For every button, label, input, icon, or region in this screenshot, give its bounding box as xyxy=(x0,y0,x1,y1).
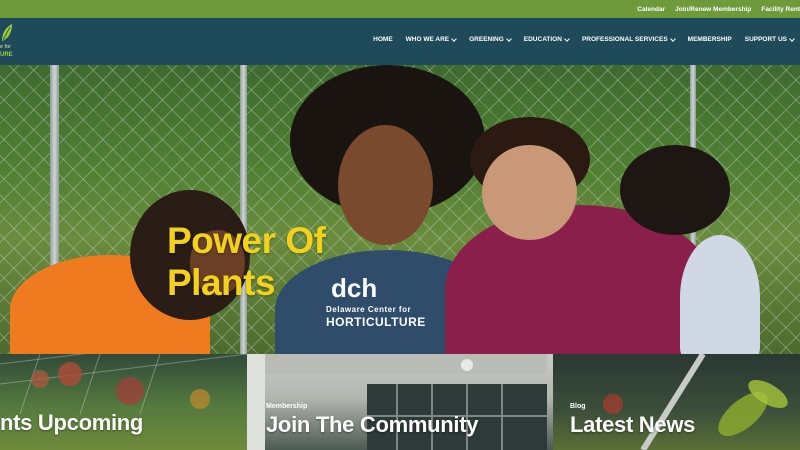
nav-item-label: SUPPORT US xyxy=(744,36,787,43)
feature-cards: nts Upcoming Membership Join The Communi… xyxy=(0,354,800,450)
chevron-down-icon xyxy=(451,35,457,42)
hero-title-line1: Power Of xyxy=(167,220,326,261)
nav-item-label: PROFESSIONAL SERVICES xyxy=(581,36,668,43)
logo-text-line1: e for xyxy=(0,44,12,50)
chevron-down-icon xyxy=(669,35,676,42)
card-blog[interactable]: Blog Latest News xyxy=(553,354,800,450)
logo-text-line2: URE xyxy=(0,52,13,58)
chevron-down-icon xyxy=(505,35,512,42)
nav-item-label: HOME xyxy=(373,36,393,43)
nav-item-education[interactable]: EDUCATION xyxy=(523,35,570,43)
card-category: Membership xyxy=(266,403,308,410)
card-events[interactable]: nts Upcoming xyxy=(0,354,247,450)
chevron-down-icon xyxy=(789,35,795,42)
nav-item-who-we-are[interactable]: WHO WE ARE xyxy=(405,35,457,43)
chevron-down-icon xyxy=(564,35,570,42)
calendar-link[interactable]: Calendar xyxy=(637,6,665,13)
join-renew-membership-link[interactable]: Join/Renew Membership xyxy=(675,6,751,13)
nav-item-greening[interactable]: GREENING xyxy=(469,35,512,43)
card-title: nts Upcoming xyxy=(0,410,144,435)
top-utility-bar: Calendar Join/Renew Membership Facility … xyxy=(0,0,800,18)
main-menu: HOME WHO WE ARE GREENING EDUCATION PROFE… xyxy=(373,35,800,43)
card-membership[interactable]: Membership Join The Community xyxy=(247,354,553,450)
nav-item-support-us[interactable]: SUPPORT US xyxy=(744,35,795,43)
person-light-shirt xyxy=(680,235,760,354)
shirt-text-line1: Delaware Center for xyxy=(326,305,412,314)
leaf-logo-icon xyxy=(2,24,12,41)
shirt-text-line2: HORTICULTURE xyxy=(326,315,426,329)
utility-links: Calendar Join/Renew Membership Facility … xyxy=(637,0,800,18)
nav-item-professional-services[interactable]: PROFESSIONAL SERVICES xyxy=(581,35,676,43)
main-navbar: e for URE HOME WHO WE ARE GREENING EDUCA… xyxy=(0,18,800,65)
card-title: Latest News xyxy=(570,412,696,437)
card-category: Blog xyxy=(570,403,586,410)
shirt-logo-text: dch xyxy=(331,273,378,303)
nav-item-label: GREENING xyxy=(469,36,504,43)
nav-item-membership[interactable]: MEMBERSHIP xyxy=(688,36,732,43)
nav-item-label: WHO WE ARE xyxy=(405,36,450,43)
hero-banner: Power Of Plants dch Delaware Center for … xyxy=(0,65,800,354)
person-face xyxy=(482,145,577,240)
card-title: Join The Community xyxy=(266,412,479,437)
fence-post xyxy=(240,65,247,354)
facility-rental-link[interactable]: Facility Rent xyxy=(761,6,800,13)
nav-item-label: MEMBERSHIP xyxy=(687,36,732,43)
site-logo[interactable]: e for URE xyxy=(0,23,14,61)
nav-item-label: EDUCATION xyxy=(523,36,562,43)
person-hair xyxy=(620,145,730,235)
nav-item-home[interactable]: HOME xyxy=(373,36,393,43)
